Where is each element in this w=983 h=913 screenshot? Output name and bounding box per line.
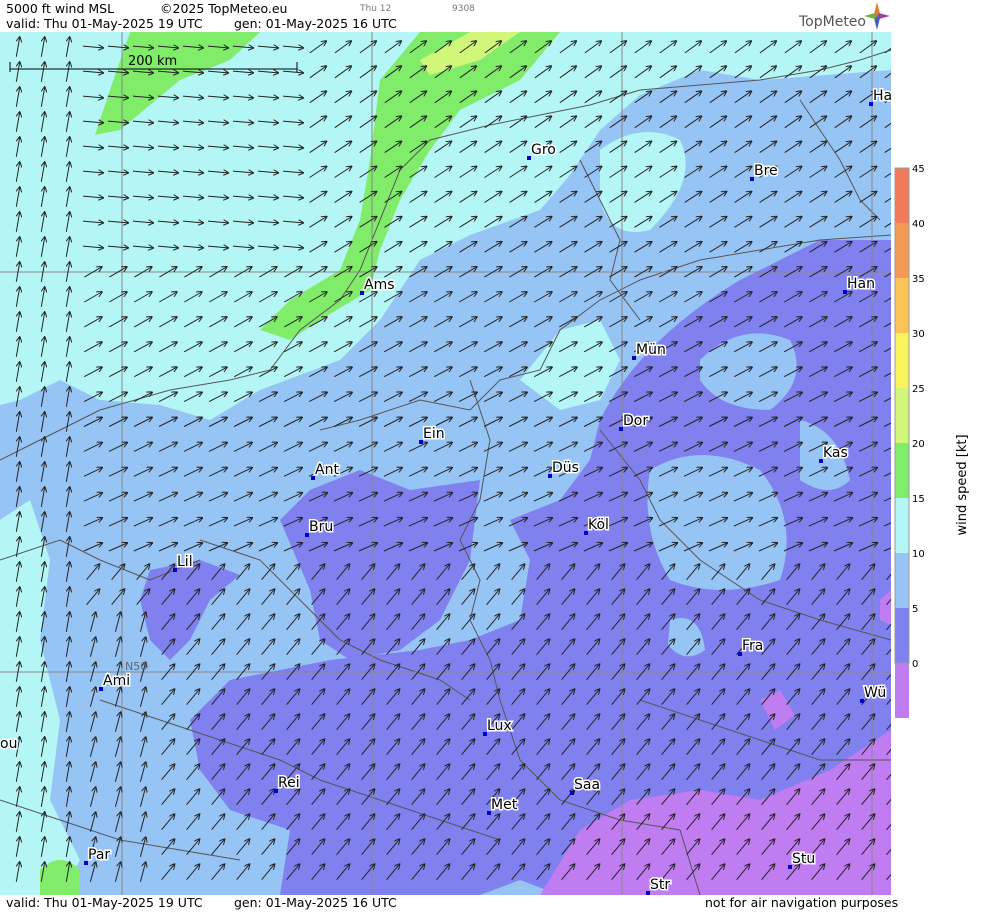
- city-label: Rei: [278, 775, 300, 791]
- city-label: Han: [847, 276, 875, 292]
- product-title: 5000 ft wind MSL: [6, 1, 115, 16]
- scale-bar-label: 200 km: [128, 54, 177, 69]
- header-small-2: 9308: [452, 4, 475, 14]
- footer-disclaimer: not for air navigation purposes: [705, 895, 899, 910]
- colorbar-segment: [895, 498, 909, 553]
- valid-time: valid: Thu 01-May-2025 19 UTC: [6, 16, 203, 31]
- city-label: Wü: [864, 685, 886, 701]
- city-label: Ant: [315, 462, 339, 478]
- colorbar-tick-label: 30: [912, 329, 925, 340]
- city-label: ou: [0, 736, 17, 752]
- city-label: Bru: [309, 519, 333, 535]
- colorbar-segment: [895, 388, 909, 443]
- city-label: Köl: [588, 517, 609, 533]
- city-label: Saa: [574, 777, 600, 793]
- latitude-label: N50: [125, 660, 147, 673]
- city-label: Lux: [487, 718, 512, 734]
- city-label: Ams: [364, 277, 395, 293]
- copyright: ©2025 TopMeteo.eu: [160, 1, 288, 16]
- footer-gen: gen: 01-May-2025 16 UTC: [234, 895, 397, 910]
- city-label: Ha: [873, 88, 891, 104]
- colorbar-segment: [895, 553, 909, 608]
- colorbar-tick-label: 35: [912, 274, 925, 285]
- city-label: Düs: [552, 460, 579, 476]
- colorbar-title: wind speed [kt]: [955, 434, 970, 535]
- header-small-1: Thu 12: [360, 4, 392, 14]
- wind-field-20-25-c: [40, 860, 80, 895]
- colorbar: [894, 167, 910, 718]
- city-label: Lil: [177, 554, 193, 570]
- colorbar-segment: [895, 608, 909, 663]
- colorbar-segment: [895, 663, 909, 718]
- colorbar-tick-label: 10: [912, 549, 925, 560]
- city-label: Fra: [742, 638, 763, 654]
- colorbar-tick-label: 45: [912, 164, 925, 175]
- colorbar-segment: [895, 278, 909, 333]
- city-label: Gro: [531, 142, 556, 158]
- city-label: Ein: [423, 426, 445, 442]
- colorbar-segment: [895, 168, 909, 223]
- city-label: Ami: [103, 673, 130, 689]
- colorbar-tick-label: 15: [912, 494, 925, 505]
- city-label: Str: [650, 877, 670, 893]
- city-label: Kas: [823, 445, 848, 461]
- colorbar-tick-label: 0: [912, 659, 918, 670]
- legend: 45 40 35 30 25 20 15 10 5 0 wind speed [kt]: [892, 0, 983, 909]
- footer-valid: valid: Thu 01-May-2025 19 UTC: [6, 895, 203, 910]
- city-label: Met: [491, 797, 518, 813]
- colorbar-segment: [895, 333, 909, 388]
- city-label: Par: [88, 847, 110, 863]
- generated-time: gen: 01-May-2025 16 UTC: [234, 16, 397, 31]
- colorbar-tick-label: 25: [912, 384, 925, 395]
- colorbar-segment: [895, 443, 909, 498]
- city-label: Stu: [792, 851, 815, 867]
- wind-map[interactable]: 200 km N50 Ha Gro Bre Ams Han Mün Dor Ein Kas Düs…: [0, 32, 891, 895]
- city-label: Mün: [636, 342, 666, 358]
- topmeteo-logo-text: TopMeteo: [799, 14, 866, 30]
- colorbar-tick-label: 5: [912, 604, 918, 615]
- compass-logo-icon: [864, 2, 890, 30]
- city-label: Bre: [754, 163, 778, 179]
- colorbar-tick-label: 40: [912, 219, 925, 230]
- colorbar-tick-label: 20: [912, 439, 925, 450]
- colorbar-segment: [895, 223, 909, 278]
- city-label: Dor: [623, 413, 648, 429]
